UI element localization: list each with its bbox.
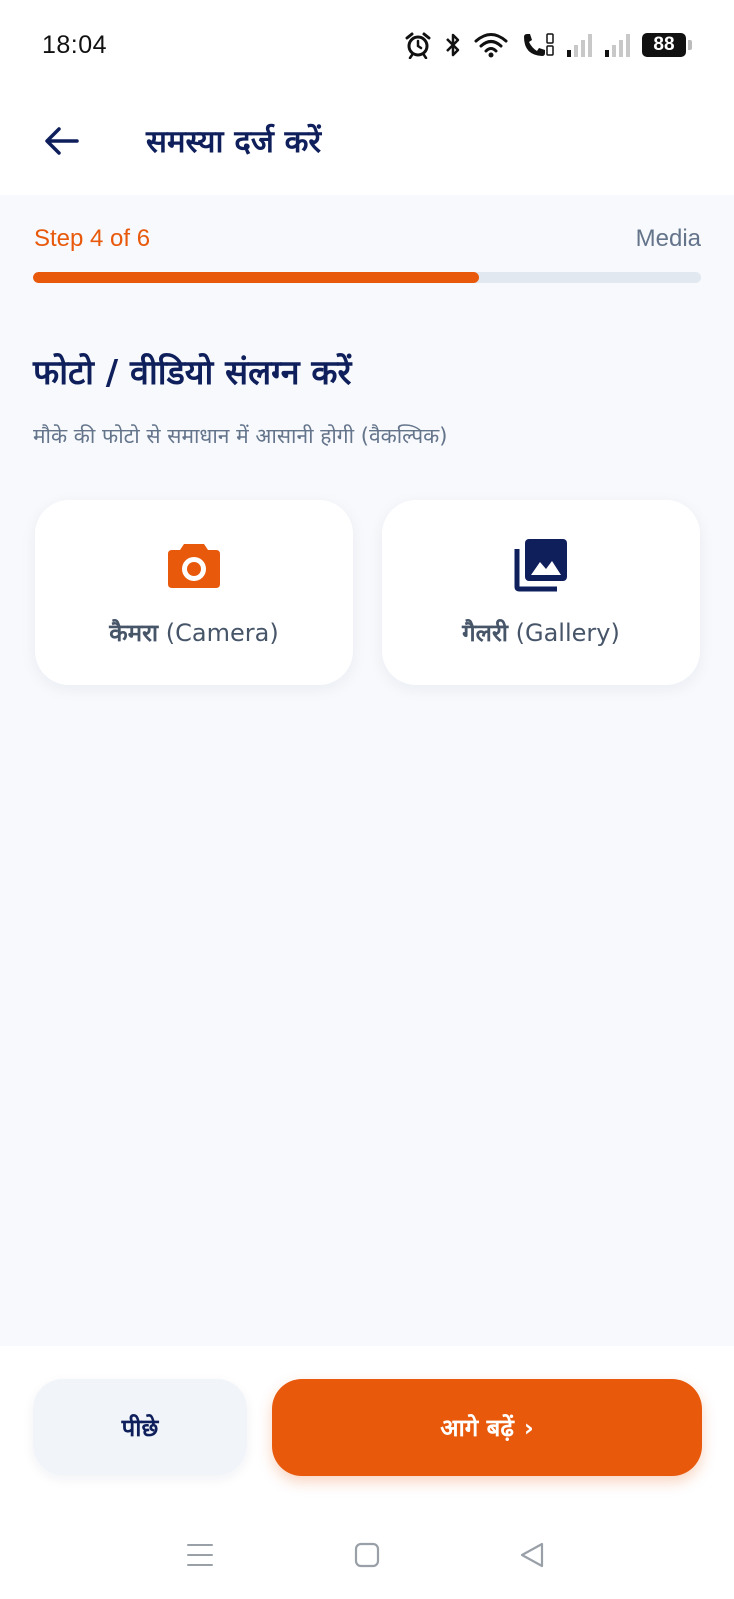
- progress-bar: [33, 272, 701, 283]
- recents-button[interactable]: [170, 1530, 230, 1580]
- gallery-option-button[interactable]: गैलरी (Gallery): [382, 500, 700, 685]
- step-label: Step 4 of 6: [34, 225, 151, 252]
- back-button[interactable]: [36, 116, 86, 166]
- chevron-right-icon: ›: [523, 1413, 534, 1442]
- step-name: Media: [635, 225, 701, 252]
- camera-option-button[interactable]: कैमरा (Camera): [35, 500, 353, 685]
- wifi-icon: [474, 31, 508, 59]
- menu-icon: [187, 1544, 213, 1566]
- status-bar: 18:04 88: [0, 0, 734, 90]
- progress-fill: [33, 272, 479, 283]
- previous-button[interactable]: पीछे: [33, 1379, 247, 1475]
- status-icons: 88: [404, 31, 692, 59]
- section-subtitle: मौके की फोटो से समाधान में आसानी होगी (व…: [33, 424, 448, 448]
- system-back-button[interactable]: [502, 1530, 562, 1580]
- gallery-label-hi: गैलरी: [462, 619, 508, 647]
- system-navigation-bar: [0, 1530, 734, 1580]
- signal-icon: [566, 32, 592, 58]
- next-button-label: आगे बढ़ें: [440, 1414, 514, 1442]
- app-bar: समस्या दर्ज करें: [0, 90, 734, 195]
- arrow-left-icon: [45, 127, 79, 155]
- home-button[interactable]: [337, 1530, 397, 1580]
- step-indicator: Step 4 of 6 Media: [34, 225, 701, 253]
- camera-label-hi: कैमरा: [109, 619, 159, 647]
- section-title: फोटो / वीडियो संलग्न करें: [33, 353, 352, 393]
- camera-label-en: (Camera): [165, 619, 279, 647]
- alarm-icon: [404, 31, 432, 59]
- previous-button-label: पीछे: [121, 1413, 159, 1442]
- wifi-call-icon: [520, 31, 554, 59]
- signal-icon: [604, 32, 630, 58]
- camera-option-label: कैमरा (Camera): [109, 616, 278, 649]
- status-time: 18:04: [42, 30, 108, 59]
- battery-icon: 88: [642, 33, 692, 57]
- gallery-label-en: (Gallery): [515, 619, 620, 647]
- photo-library-icon: [513, 536, 569, 594]
- screen: 18:04 88 समस्या दर्ज करें Step 4 of 6 Me…: [0, 0, 734, 1599]
- bluetooth-icon: [444, 31, 462, 59]
- page-title: समस्या दर्ज करें: [146, 124, 322, 160]
- next-button[interactable]: आगे बढ़ें ›: [272, 1379, 702, 1476]
- gallery-option-label: गैलरी (Gallery): [462, 616, 620, 649]
- triangle-back-icon: [520, 1542, 544, 1568]
- camera-icon: [166, 536, 222, 594]
- square-icon: [354, 1542, 380, 1568]
- battery-level: 88: [642, 33, 686, 57]
